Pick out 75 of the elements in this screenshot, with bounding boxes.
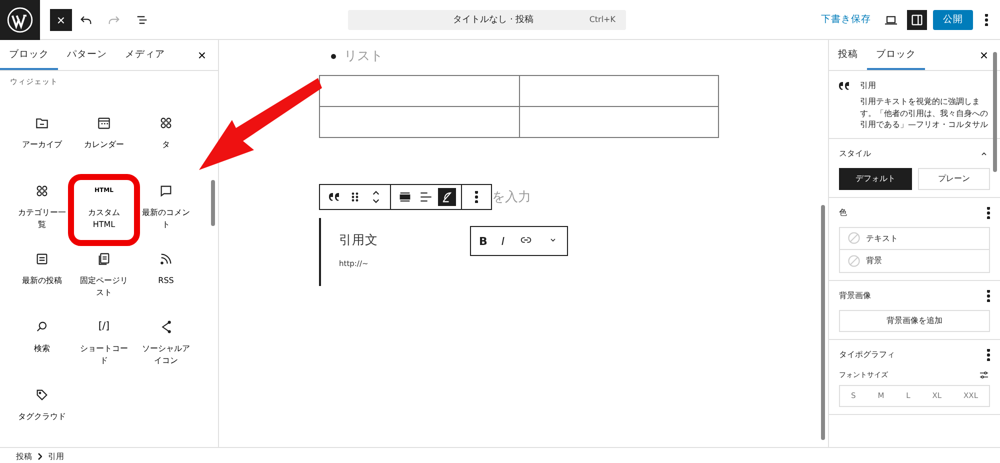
block-item[interactable]: タグクラウド (11, 383, 73, 445)
toolbar-button[interactable] (438, 188, 456, 206)
color-item[interactable]: テキスト (840, 228, 989, 250)
quote-icon (328, 193, 340, 201)
options-button[interactable] (987, 290, 990, 302)
list-icon (34, 251, 50, 267)
inserter-tab[interactable]: メディア (116, 40, 174, 70)
shortcode-icon: [/] (98, 319, 110, 335)
block-item[interactable]: 固定ページリスト (73, 247, 135, 309)
options-button[interactable] (987, 206, 990, 219)
block-item[interactable]: カテゴリー一覧 (11, 179, 73, 241)
pages-icon (96, 251, 112, 267)
more-vertical-icon (987, 290, 990, 302)
speech-bubble-icon (158, 183, 174, 199)
sidebar-tab[interactable]: ブロック (867, 40, 925, 70)
color-item[interactable]: 背景 (840, 250, 989, 272)
block-description: 引用テキストを視覚的に強調します。「他者の引用は、我々自身への引用である」—フリオ・コルタサル (860, 96, 988, 131)
command-bar[interactable]: タイトルなし · 投稿 Ctrl+K (348, 10, 626, 30)
block-item[interactable]: 最新の投稿 (11, 247, 73, 309)
rss-icon (158, 251, 174, 267)
block-title: 引用 (860, 80, 877, 91)
close-button[interactable]: × (968, 40, 1000, 70)
table-cell[interactable] (320, 76, 519, 106)
calendar-icon (96, 115, 112, 131)
quote-icon (839, 82, 850, 90)
grid-icon (34, 183, 50, 199)
close-button[interactable]: × (186, 40, 218, 70)
block-item[interactable]: RSS (135, 247, 197, 309)
no-color-icon (848, 232, 860, 244)
block-item[interactable]: アーカイブ (11, 111, 73, 173)
panel-title: 背景画像 (839, 290, 871, 302)
breadcrumb-link[interactable]: 引用 (48, 450, 64, 462)
block-item[interactable]: ソーシャルアイコン (135, 315, 197, 377)
add-background-image-button[interactable]: 背景画像を追加 (839, 310, 990, 332)
style-option[interactable]: プレーン (918, 168, 990, 190)
more-vertical-icon (985, 14, 988, 26)
scrollbar[interactable] (211, 180, 215, 226)
italic-button[interactable]: I (499, 234, 507, 248)
publish-button[interactable]: 公開 (933, 10, 973, 30)
scrollbar[interactable] (993, 52, 997, 172)
panel-title[interactable]: スタイル (839, 148, 871, 160)
table-cell[interactable] (519, 106, 718, 138)
panel-title: 色 (839, 207, 847, 218)
sliders-icon (978, 368, 990, 381)
wordpress-logo[interactable] (0, 0, 40, 40)
save-draft-link[interactable]: 下書き保存 (817, 13, 875, 26)
chevron-right-icon (38, 452, 42, 460)
table-cell[interactable] (320, 106, 519, 138)
bold-button[interactable]: B (477, 234, 490, 248)
grid-icon (158, 115, 174, 131)
table-cell[interactable] (519, 76, 718, 106)
quote-text[interactable]: 引用文 (339, 232, 378, 249)
style-option[interactable]: デフォルト (839, 168, 912, 190)
no-color-icon (848, 254, 860, 267)
scrollbar[interactable] (821, 205, 825, 440)
inserter-tab[interactable]: ブロック (0, 40, 58, 70)
breadcrumb-link[interactable]: 投稿 (16, 450, 32, 462)
block-item[interactable]: 最新のコメント (135, 179, 197, 241)
sidebar-icon (910, 12, 924, 26)
block-item[interactable]: [/] ショートコード (73, 315, 135, 377)
more-vertical-icon (474, 191, 478, 203)
sidebar-tab[interactable]: 投稿 (829, 40, 867, 70)
close-button[interactable]: × (50, 8, 72, 30)
block-item[interactable]: 検索 (11, 315, 73, 377)
feather-icon (440, 190, 454, 204)
more-vertical-icon (987, 206, 990, 219)
options-button[interactable] (987, 348, 990, 361)
block-item[interactable]: タ (135, 111, 197, 173)
tag-icon (34, 387, 50, 403)
inserter-tab[interactable]: パターン (58, 40, 116, 70)
more-vertical-icon (987, 348, 990, 361)
list-item: リスト (319, 40, 828, 65)
settings-button[interactable] (907, 10, 927, 30)
block-item[interactable]: カレンダー (73, 111, 135, 173)
panel-title: タイポグラフィ (839, 349, 895, 360)
